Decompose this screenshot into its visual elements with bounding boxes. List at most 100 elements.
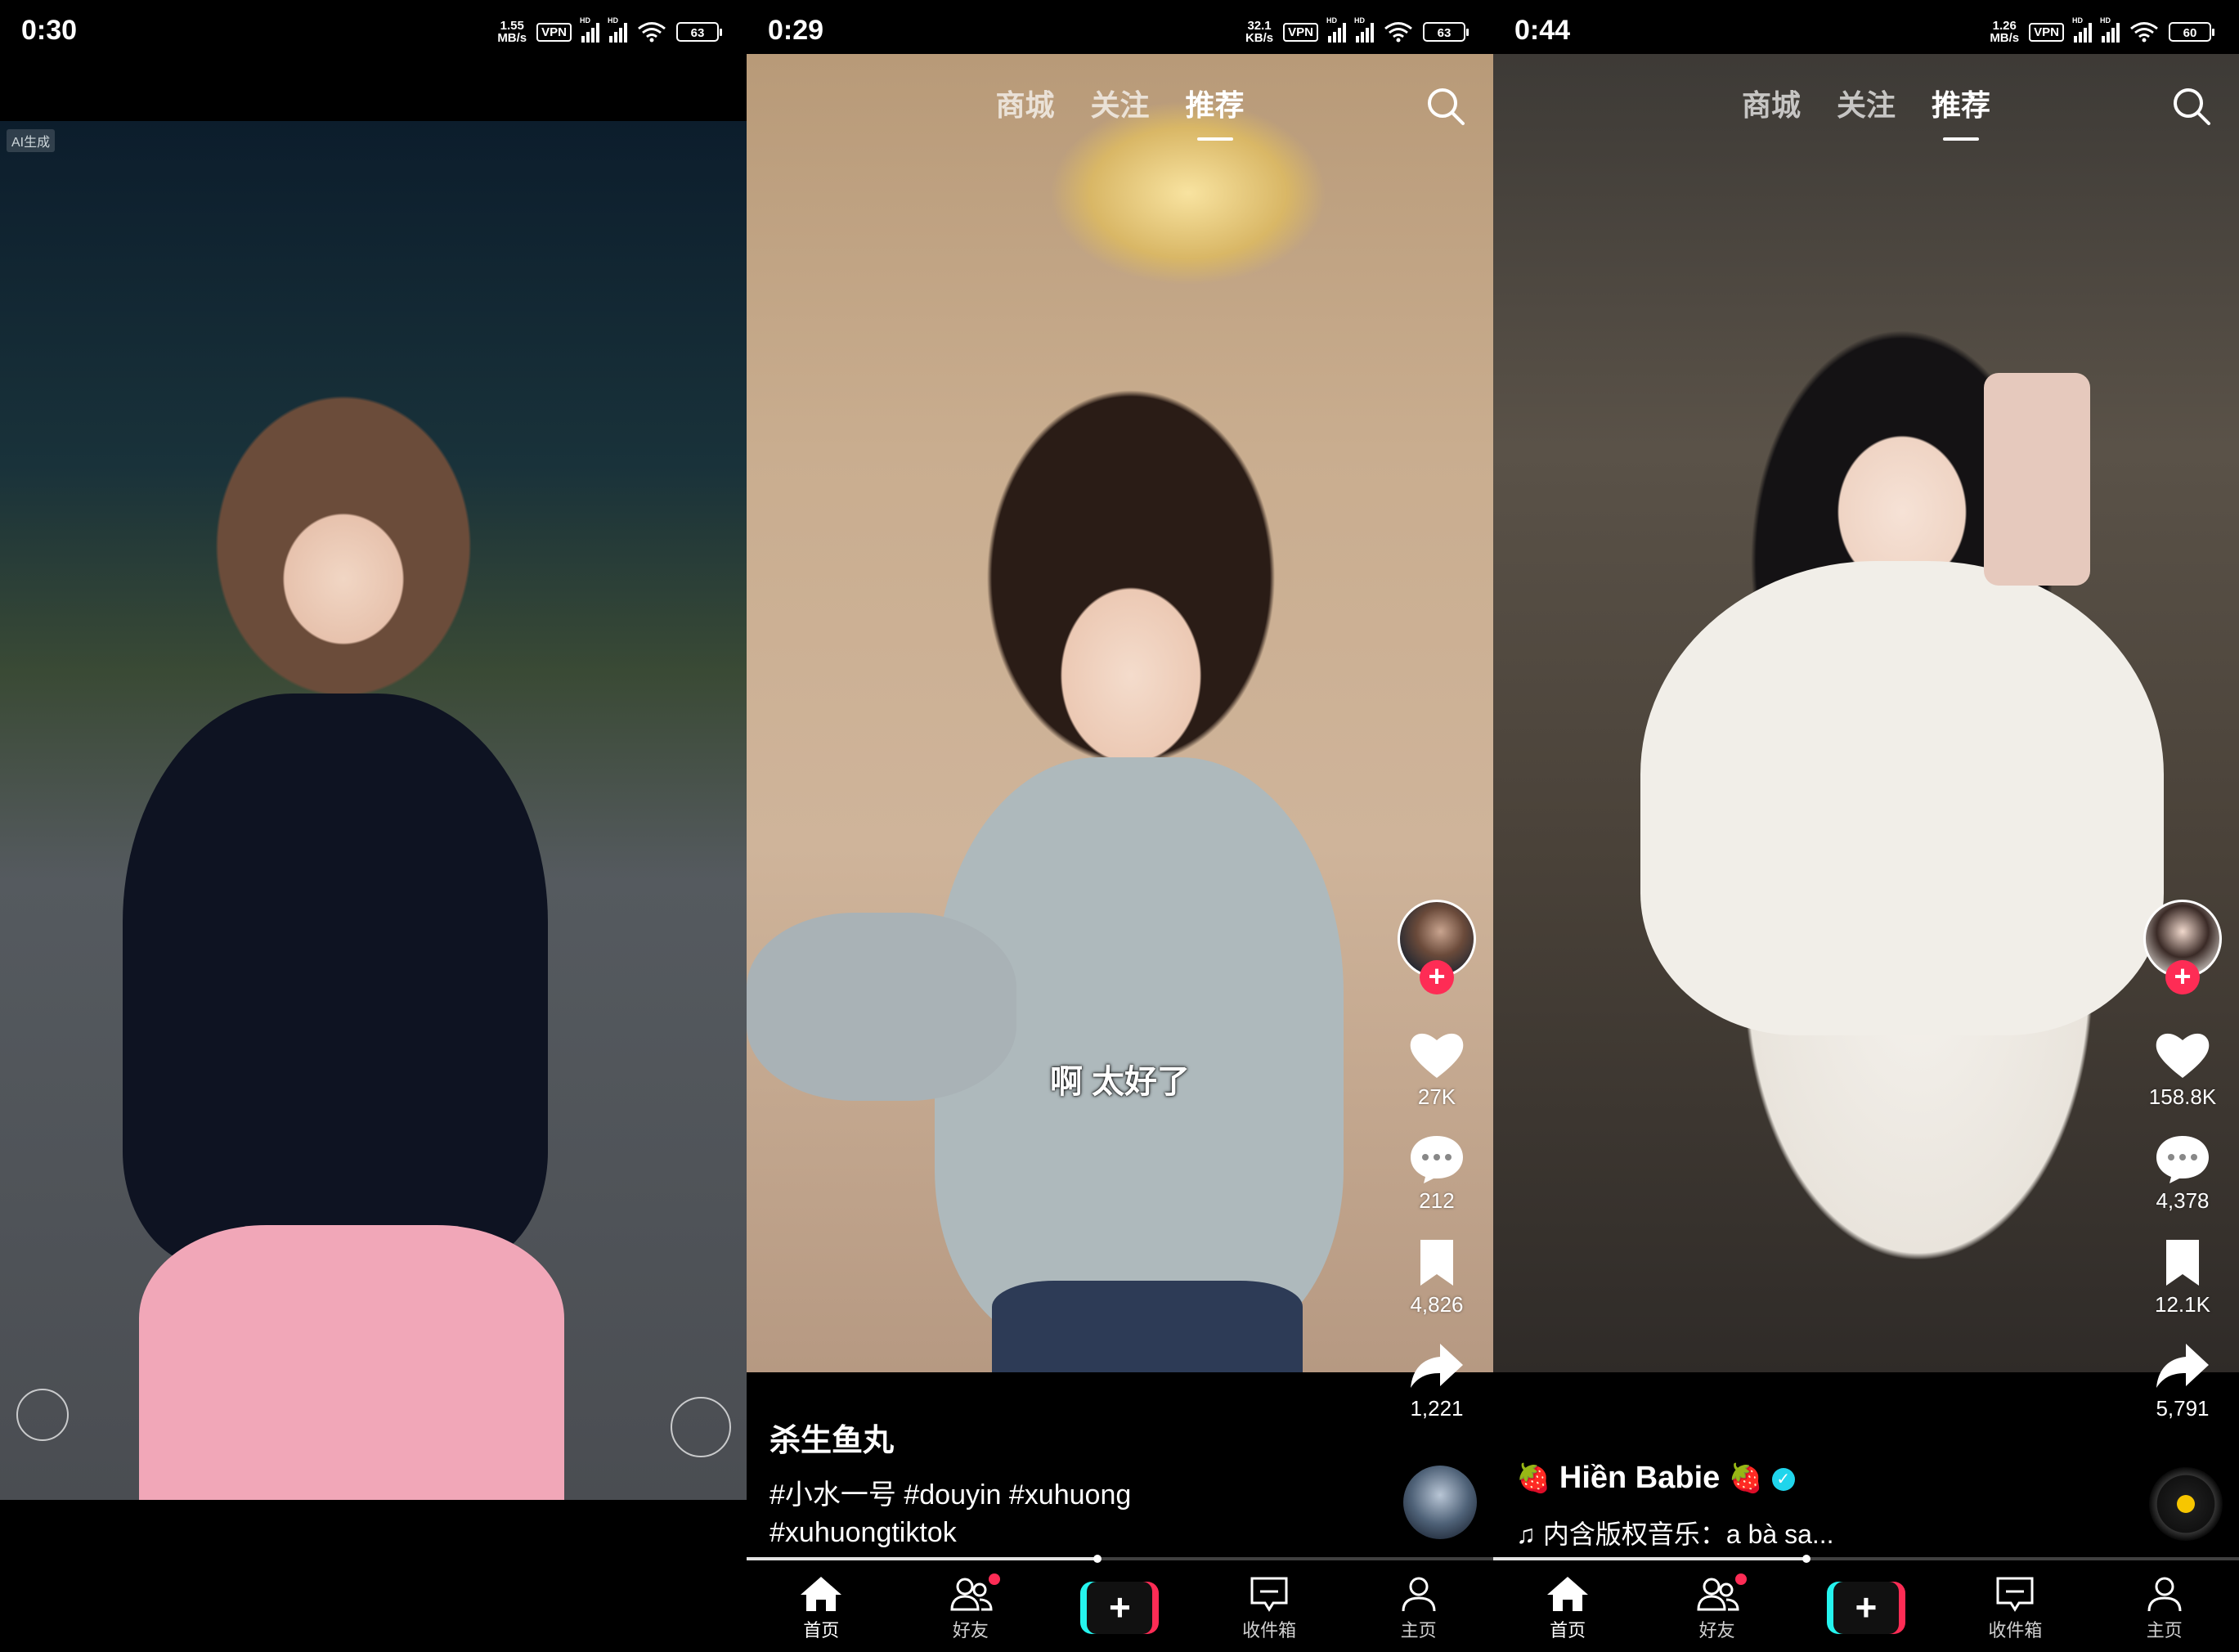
like-button[interactable]: 27K xyxy=(1407,1029,1466,1110)
disc-center xyxy=(2177,1495,2195,1513)
video-description[interactable]: #小水一号 #douyin #xuhuong #xuhuongtiktok xyxy=(770,1476,1227,1551)
tab-recommended[interactable]: 推荐 xyxy=(1186,82,1245,141)
profile-icon xyxy=(2147,1577,2182,1612)
tab-mall[interactable]: 商城 xyxy=(995,82,1054,141)
comment-icon xyxy=(2156,1136,2209,1183)
ai-generated-tag: AI生成 xyxy=(7,129,56,152)
net-speed: 32.1 KB/s xyxy=(1245,19,1274,45)
wifi-icon xyxy=(2130,22,2158,43)
notification-dot xyxy=(1734,1573,1747,1585)
blouse xyxy=(1640,561,2164,1035)
favorite-button[interactable]: 12.1K xyxy=(2153,1237,2212,1318)
share-count: 5,791 xyxy=(2156,1396,2210,1421)
nav-inbox[interactable]: 收件箱 xyxy=(1212,1573,1326,1642)
panel-3: 0:44 1.26 MB/s VPN HD HD 60 商城 关注 推荐 + 15… xyxy=(1493,0,2239,1652)
status-icons: 1.55 MB/s VPN HD HD 63 xyxy=(497,16,722,44)
nav-friends[interactable]: 好友 xyxy=(1660,1573,1775,1642)
video-frame[interactable] xyxy=(747,54,1493,1372)
favorite-button[interactable]: 4,826 xyxy=(1407,1237,1466,1318)
nav-profile[interactable]: 主页 xyxy=(1362,1573,1476,1642)
create-plus-icon: + xyxy=(1826,1582,1905,1634)
status-time: 0:29 xyxy=(768,15,824,46)
video-progress[interactable] xyxy=(747,1555,1493,1563)
music-info[interactable]: ♫ 内含版权音乐：a bà sa... xyxy=(1516,1514,2089,1551)
bubble xyxy=(671,1397,731,1457)
video-frame[interactable] xyxy=(0,121,747,1500)
comment-button[interactable]: 212 xyxy=(1407,1133,1466,1214)
nav-friends-label: 好友 xyxy=(952,1620,989,1641)
nav-home-label: 首页 xyxy=(1550,1620,1586,1641)
bookmark-icon xyxy=(2166,1240,2199,1286)
signal-icon: HD xyxy=(580,16,599,43)
nav-create[interactable]: + xyxy=(1809,1582,1923,1634)
share-button[interactable]: 1,221 xyxy=(1407,1340,1466,1421)
signal-icon: HD xyxy=(1354,16,1374,43)
battery-icon: 60 xyxy=(2169,22,2214,42)
search-icon[interactable] xyxy=(1425,85,1467,128)
notification-dot xyxy=(988,1573,1000,1585)
nav-create[interactable]: + xyxy=(1062,1582,1177,1634)
top-garment xyxy=(123,694,548,1266)
nav-profile-label: 主页 xyxy=(1400,1620,1437,1641)
author-avatar[interactable]: + xyxy=(2143,900,2222,994)
nav-inbox-label: 收件箱 xyxy=(1242,1620,1297,1641)
profile-icon xyxy=(1402,1577,1436,1612)
action-sidebar: + 27K 212 4,826 1,221 xyxy=(1392,900,1482,1444)
share-button[interactable]: 5,791 xyxy=(2153,1340,2212,1421)
nav-friends[interactable]: 好友 xyxy=(913,1573,1028,1642)
nav-profile-label: 主页 xyxy=(2146,1620,2183,1641)
tab-recommended[interactable]: 推荐 xyxy=(1932,82,1990,141)
heart-icon xyxy=(1410,1033,1464,1078)
tab-following[interactable]: 关注 xyxy=(1090,82,1149,141)
follow-button[interactable]: + xyxy=(2165,960,2200,994)
status-time: 0:44 xyxy=(1514,15,1571,46)
comment-count: 4,378 xyxy=(2156,1188,2210,1213)
music-disc-icon[interactable] xyxy=(2149,1467,2223,1541)
author-avatar[interactable]: + xyxy=(1398,900,1476,994)
strawberry-emoji: 🍓 xyxy=(1728,1463,1764,1494)
bottom-nav: 首页 好友 + 收件箱 主页 xyxy=(747,1564,1493,1652)
feed-tabs: 商城 关注 推荐 xyxy=(1493,82,2239,141)
verified-badge-icon: ✓ xyxy=(1771,1467,1795,1491)
progress-knob[interactable] xyxy=(1802,1555,1811,1563)
video-info: 🍓 Hiền Babie 🍓 ✓ ♫ 内含版权音乐：a bà sa... xyxy=(1516,1461,2089,1551)
status-icons: 1.26 MB/s VPN HD HD 60 xyxy=(1990,16,2214,44)
comment-count: 212 xyxy=(1419,1188,1455,1213)
nav-home[interactable]: 首页 xyxy=(1510,1573,1625,1642)
video-caption: 啊 太好了 xyxy=(1049,1064,1191,1100)
like-button[interactable]: 158.8K xyxy=(2149,1029,2216,1110)
tab-mall[interactable]: 商城 xyxy=(1742,82,1801,141)
phone xyxy=(1984,373,2090,586)
like-count: 27K xyxy=(1417,1084,1456,1109)
search-icon[interactable] xyxy=(2170,85,2213,128)
signal-icon: HD xyxy=(2100,16,2120,43)
nav-inbox[interactable]: 收件箱 xyxy=(1958,1573,2072,1642)
battery-icon: 63 xyxy=(676,22,722,42)
follow-button[interactable]: + xyxy=(1420,960,1454,994)
progress-knob[interactable] xyxy=(1093,1555,1102,1563)
video-frame[interactable] xyxy=(1493,54,2239,1372)
favorite-count: 4,826 xyxy=(1410,1292,1464,1317)
favorite-count: 12.1K xyxy=(2155,1292,2210,1317)
comment-button[interactable]: 4,378 xyxy=(2153,1133,2212,1214)
battery-icon: 63 xyxy=(1423,22,1469,42)
nav-profile[interactable]: 主页 xyxy=(2107,1573,2222,1642)
status-icons: 32.1 KB/s VPN HD HD 63 xyxy=(1245,16,1469,45)
wifi-icon xyxy=(1384,22,1412,43)
create-plus-icon: + xyxy=(1080,1582,1160,1634)
progress-fill xyxy=(1493,1557,1807,1560)
nav-home[interactable]: 首页 xyxy=(764,1573,878,1642)
signal-icon: HD xyxy=(1326,16,1346,43)
vpn-icon: VPN xyxy=(1283,22,1318,42)
panel-2: 0:29 32.1 KB/s VPN HD HD 63 商城 关注 推荐 啊 太好… xyxy=(747,0,1493,1652)
wifi-icon xyxy=(638,22,666,43)
author-name[interactable]: 🍓 Hiền Babie 🍓 ✓ xyxy=(1516,1461,2089,1496)
video-progress[interactable] xyxy=(1493,1555,2239,1563)
tab-following[interactable]: 关注 xyxy=(1837,82,1896,141)
friends-icon xyxy=(1697,1578,1739,1611)
music-avatar[interactable] xyxy=(1403,1466,1477,1539)
author-name[interactable]: 杀生鱼丸 xyxy=(770,1415,1342,1460)
feed-tabs: 商城 关注 推荐 xyxy=(747,82,1493,141)
signal-icon: HD xyxy=(2072,16,2092,43)
signal-icon: HD xyxy=(608,16,627,43)
